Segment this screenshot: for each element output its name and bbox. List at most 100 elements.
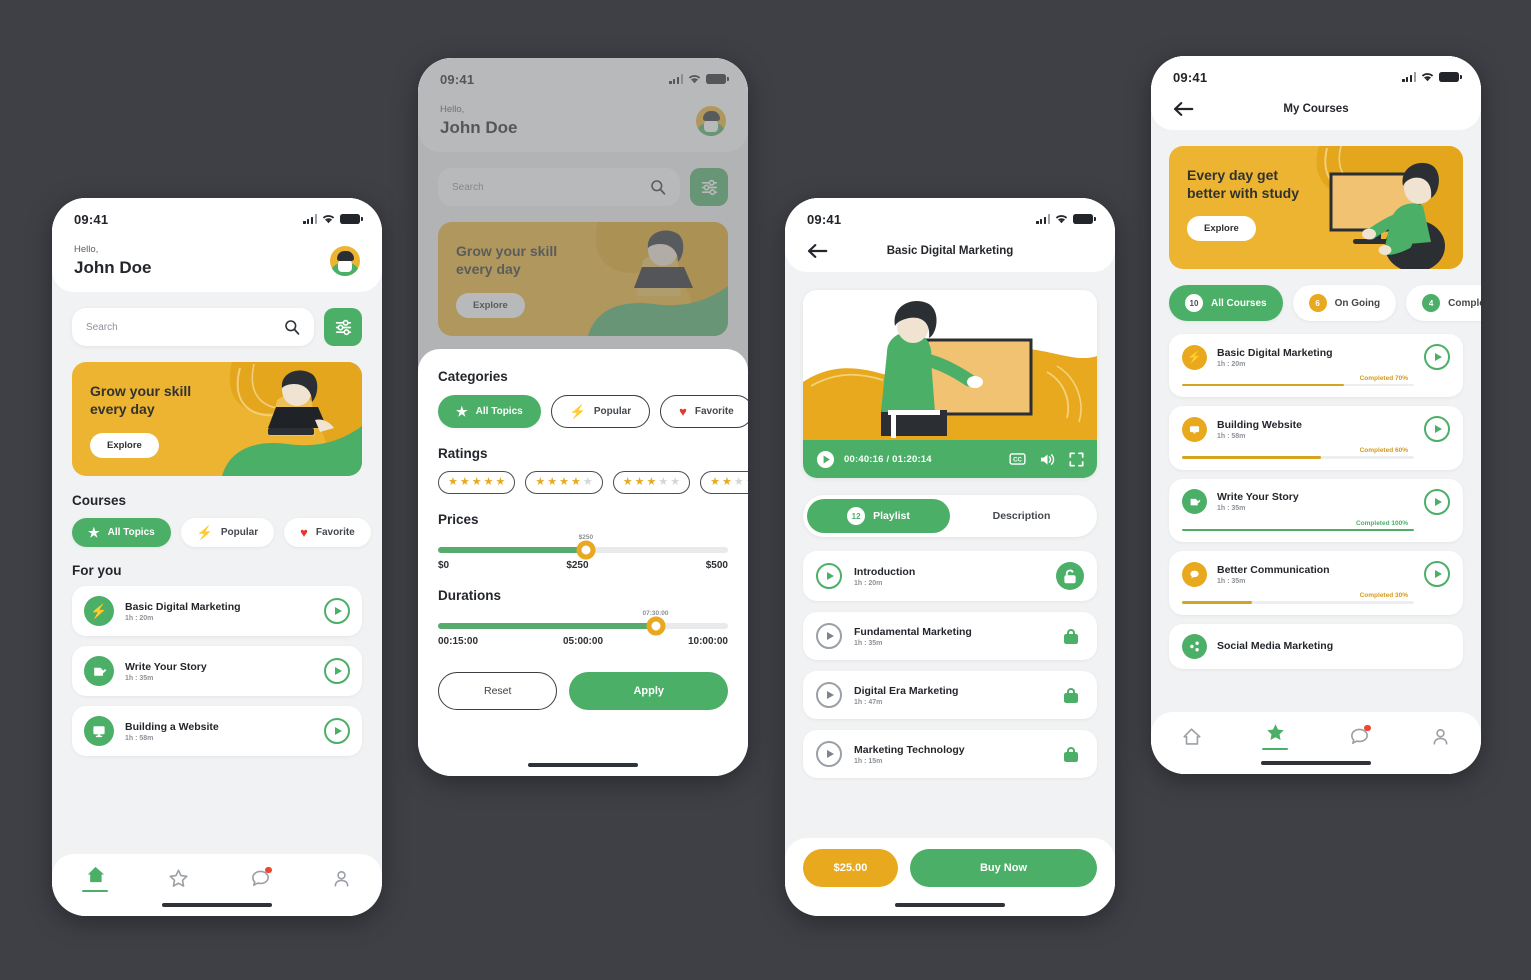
chip-popular[interactable]: ⚡ Popular	[180, 518, 275, 547]
play-button[interactable]	[816, 563, 842, 589]
course-duration: 1h : 20m	[125, 614, 154, 622]
apply-button[interactable]: Apply	[569, 672, 728, 710]
play-button[interactable]	[1424, 561, 1450, 588]
enrolled-course-row[interactable]: Building Website 1h : 58m Completed 60%	[1169, 406, 1463, 470]
tab-playlist[interactable]: 12 Playlist	[807, 499, 950, 533]
course-duration: 1h : 20m	[1217, 360, 1246, 368]
volume-icon[interactable]	[1039, 452, 1056, 467]
signal-icon	[1036, 214, 1050, 224]
battery-icon	[340, 214, 363, 224]
cc-icon[interactable]: CC	[1009, 453, 1026, 465]
video-controls: 00:40:16 / 01:20:14 CC	[803, 440, 1097, 478]
categories-heading: Categories	[438, 369, 508, 384]
chip-completed[interactable]: 4 Completed	[1406, 285, 1481, 321]
progress-label: Completed 30%	[1359, 592, 1408, 600]
chip-all-topics[interactable]: ★ All Topics	[72, 518, 171, 547]
home-screen: 09:41 Hello, John Doe Search Grow your s…	[52, 198, 382, 916]
price-slider[interactable]: $250	[438, 534, 728, 560]
filter-button[interactable]	[324, 308, 362, 346]
lesson-row[interactable]: Marketing Technology 1h : 15m	[803, 730, 1097, 778]
play-button[interactable]	[324, 718, 350, 744]
page-title: My Courses	[1283, 103, 1349, 115]
nav-profile[interactable]	[1430, 726, 1451, 747]
heart-icon: ♥	[679, 404, 687, 419]
play-button[interactable]	[1424, 416, 1450, 443]
course-title: Better Communication	[1217, 563, 1330, 576]
signal-icon	[303, 214, 317, 224]
play-button[interactable]	[816, 741, 842, 767]
course-row[interactable]: Building a Website 1h : 58m	[72, 706, 362, 756]
unlock-icon[interactable]	[1056, 562, 1084, 590]
chip-on-going[interactable]: 6 On Going	[1292, 285, 1397, 321]
enrolled-course-row[interactable]: ⚡ Basic Digital Marketing 1h : 20m Compl…	[1169, 334, 1463, 398]
nav-favorites[interactable]	[168, 868, 189, 889]
play-button[interactable]	[324, 658, 350, 684]
rating-option-5[interactable]: ★ ★ ★ ★ ★	[438, 471, 516, 494]
home-indicator	[528, 762, 638, 767]
on-going-count: 6	[1308, 294, 1327, 312]
duration-max: 10:00:00	[687, 636, 728, 647]
all-courses-count: 10	[1185, 294, 1203, 312]
video-player[interactable]: 00:40:16 / 01:20:14 CC	[803, 290, 1097, 478]
duration-slider[interactable]: 07:30:00	[438, 610, 728, 636]
chip-popular[interactable]: ⚡ Popular	[550, 395, 651, 428]
play-button[interactable]	[1424, 344, 1450, 370]
price-slider-knob[interactable]	[576, 540, 596, 560]
play-button[interactable]	[1424, 488, 1450, 515]
promo-banner[interactable]: Every day get better with study Explore	[1169, 146, 1463, 269]
play-button[interactable]	[324, 598, 350, 624]
bottom-nav	[1151, 712, 1481, 774]
nav-favorites[interactable]	[1262, 722, 1289, 751]
lesson-row[interactable]: Fundamental Marketing 1h : 35m	[803, 612, 1097, 660]
rating-option-3[interactable]: ★ ★ ★ ★ ★	[612, 471, 691, 494]
buy-now-button[interactable]: Buy Now	[910, 849, 1097, 887]
course-row[interactable]: Write Your Story 1h : 35m	[72, 646, 362, 696]
chip-all-topics[interactable]: ★ All Topics	[438, 395, 541, 428]
fullscreen-icon[interactable]	[1069, 451, 1084, 467]
avatar[interactable]	[330, 246, 360, 276]
course-duration: 1h : 35m	[125, 674, 154, 682]
rating-option-2[interactable]: ★★★★★	[700, 471, 748, 494]
lesson-row[interactable]: Introduction 1h : 20m	[803, 551, 1097, 601]
phone-home: 09:41 Hello, John Doe Search Grow your s…	[52, 198, 382, 916]
filter-sheet: Categories ★ All Topics ⚡ Popular ♥ Favo…	[418, 349, 748, 776]
reset-button[interactable]: Reset	[438, 672, 558, 710]
status-time: 09:41	[74, 211, 109, 227]
chip-favorite[interactable]: ♥ Favorite	[284, 518, 371, 547]
search-input[interactable]: Search	[72, 308, 314, 346]
nav-home[interactable]	[82, 864, 109, 893]
lesson-title: Introduction	[854, 565, 916, 578]
banner-explore-button[interactable]: Explore	[1187, 215, 1256, 241]
promo-banner[interactable]: Grow your skill every day Explore	[72, 362, 362, 476]
page-title: Basic Digital Marketing	[886, 245, 1014, 257]
course-row[interactable]: ⚡ Basic Digital Marketing 1h : 20m	[72, 586, 362, 636]
enrolled-course-row[interactable]: Better Communication 1h : 35m Completed …	[1169, 551, 1463, 615]
chip-favorite[interactable]: ♥ Favorite	[660, 395, 748, 428]
duration-slider-knob[interactable]	[646, 616, 665, 636]
home-indicator	[162, 902, 272, 907]
course-duration: 1h : 58m	[125, 734, 154, 742]
play-button[interactable]	[816, 623, 842, 649]
enrolled-course-row[interactable]: Social Media Marketing	[1169, 623, 1463, 669]
tab-description[interactable]: Description	[950, 499, 1093, 533]
lock-icon	[1064, 687, 1078, 703]
mycourses-screen: 09:41 My Courses Every day get better wi…	[1151, 56, 1481, 774]
chip-all-courses[interactable]: 10 All Courses	[1169, 285, 1283, 321]
enrolled-course-row[interactable]: Write Your Story 1h : 35m Completed 100%	[1169, 478, 1463, 543]
rating-option-4[interactable]: ★ ★ ★ ★ ★	[525, 471, 603, 494]
lesson-duration: 1h : 15m	[854, 757, 883, 765]
banner-explore-button[interactable]: Explore	[90, 432, 159, 458]
progress-bar	[1182, 456, 1414, 459]
lesson-duration: 1h : 35m	[854, 639, 883, 647]
home-header: 09:41 Hello, John Doe	[52, 198, 382, 292]
play-button[interactable]	[816, 682, 842, 708]
play-icon[interactable]	[816, 450, 835, 469]
lesson-row[interactable]: Digital Era Marketing 1h : 47m	[803, 671, 1097, 719]
phone-filter: 09:41 Hello, John Doe	[418, 58, 748, 776]
nav-messages[interactable]	[1349, 724, 1371, 747]
nav-home[interactable]	[1181, 726, 1202, 747]
nav-messages[interactable]	[250, 866, 272, 889]
progress-bar	[1182, 601, 1414, 604]
nav-profile[interactable]	[331, 868, 352, 889]
heart-icon: ♥	[300, 525, 308, 540]
